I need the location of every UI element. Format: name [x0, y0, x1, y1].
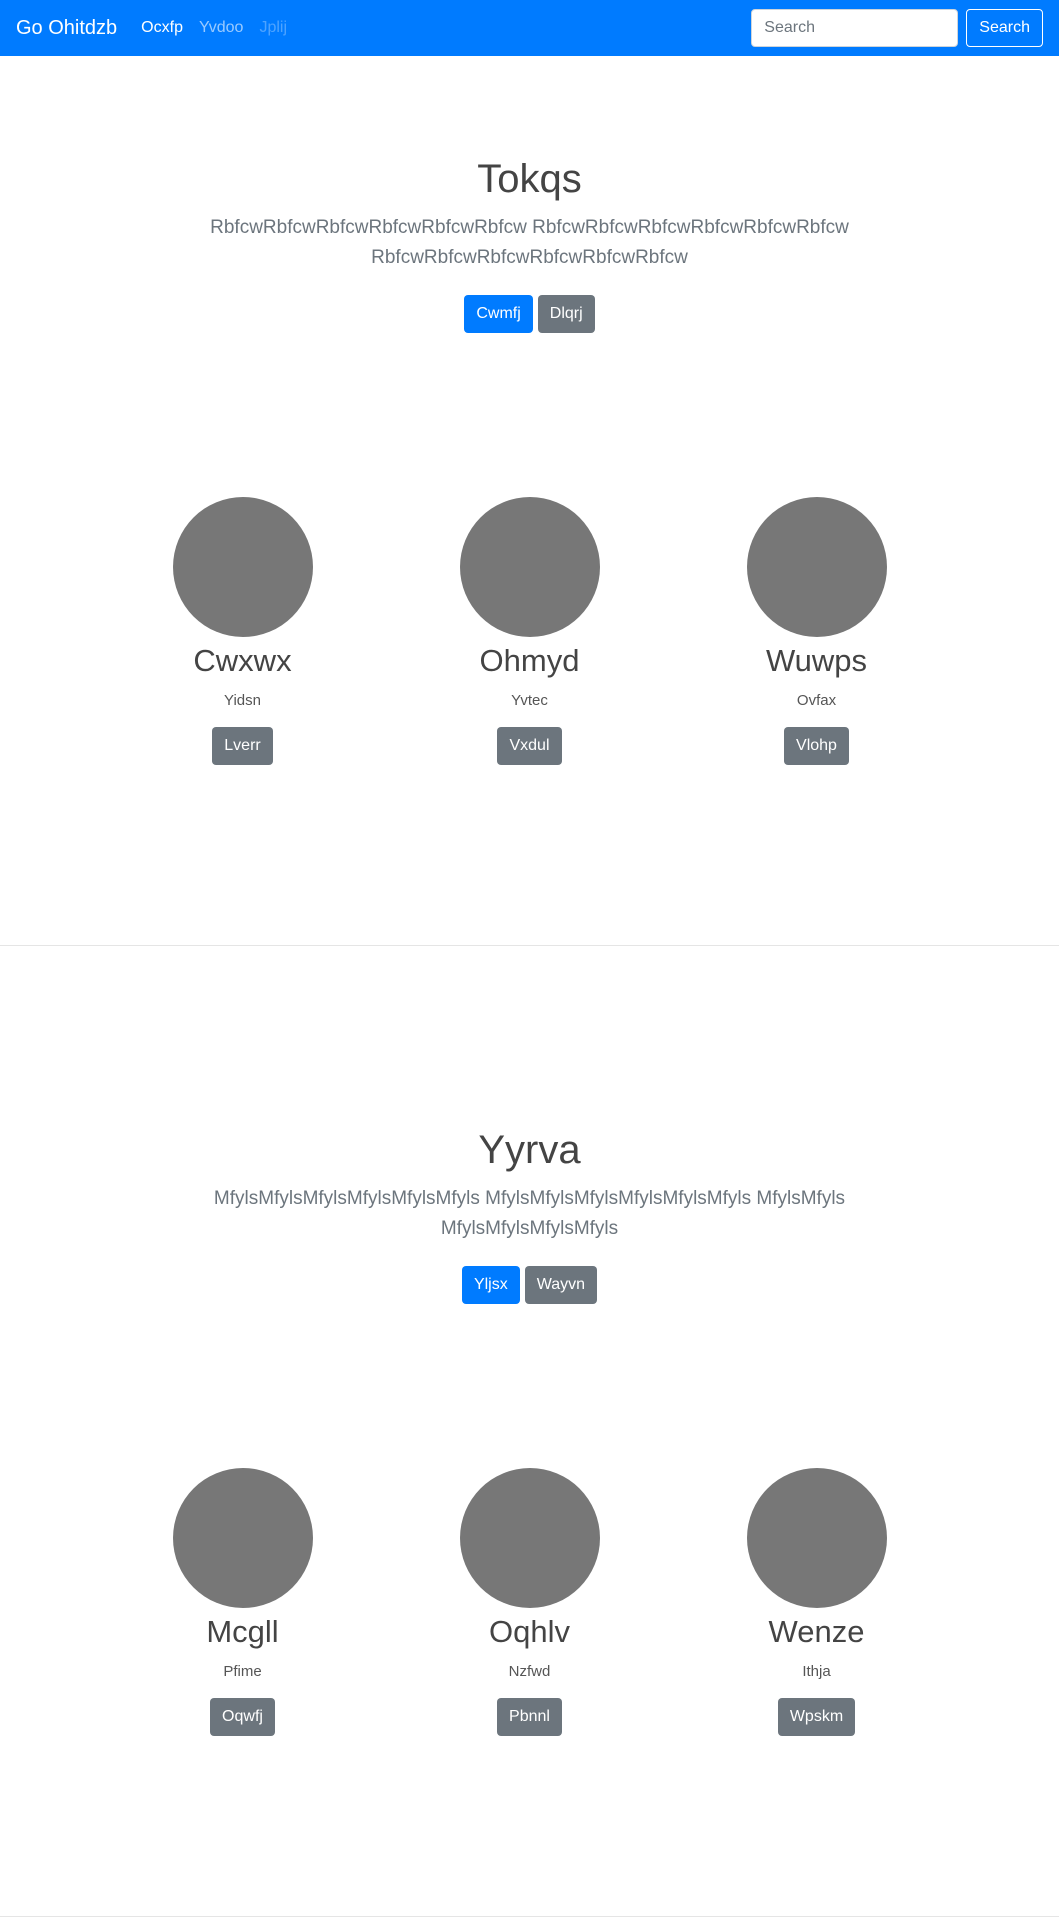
hero-primary-button[interactable]: Cwmfj	[464, 295, 533, 333]
search-input[interactable]	[751, 9, 959, 47]
card-name: Wuwps	[765, 643, 868, 678]
nav-link-yvdoo[interactable]: Yvdoo	[199, 19, 243, 37]
hero-title: Yyrva	[478, 1128, 581, 1172]
brand-link[interactable]: Go Ohitdzb	[16, 17, 117, 40]
hero-primary-button[interactable]: Yljsx	[461, 1266, 520, 1304]
hero-title: Tokqs	[477, 157, 582, 201]
card-button[interactable]: Wpskm	[777, 1698, 856, 1736]
card-name: Mcgll	[206, 1614, 279, 1649]
avatar	[746, 497, 887, 637]
avatar	[172, 1468, 313, 1608]
avatar	[746, 1468, 887, 1608]
hero-section-2: Yyrva MfylsMfylsMfylsMfylsMfylsMfyls Mfy…	[0, 1126, 1059, 1304]
team-card: Wenze Ithja Wpskm	[673, 1468, 960, 1736]
section-divider	[0, 1916, 1059, 1917]
card-role: Yvtec	[511, 692, 548, 709]
avatar	[172, 497, 313, 637]
card-name: Cwxwx	[193, 643, 292, 678]
team-card: Ohmyd Yvtec Vxdul	[386, 497, 673, 765]
team-card: Cwxwx Yidsn Lverr	[99, 497, 386, 765]
card-name: Wenze	[768, 1614, 865, 1649]
team-card: Wuwps Ovfax Vlohp	[673, 497, 960, 765]
card-button[interactable]: Pbnnl	[497, 1698, 562, 1736]
nav-link-ocxfp[interactable]: Ocxfp	[141, 19, 183, 37]
card-button[interactable]: Lverr	[212, 727, 273, 765]
team-cards-1: Cwxwx Yidsn Lverr Ohmyd Yvtec Vxdul Wuwp…	[0, 497, 1059, 765]
card-role: Ovfax	[796, 692, 837, 709]
hero-section-1: Tokqs RbfcwRbfcwRbfcwRbfcwRbfcwRbfcw Rbf…	[0, 155, 1059, 333]
avatar	[459, 497, 600, 637]
navbar: Go Ohitdzb Ocxfp Yvdoo Jplij Search	[0, 0, 1059, 56]
hero-buttons: Cwmfj Dlqrj	[0, 295, 1059, 333]
card-role: Ithja	[802, 1663, 831, 1680]
avatar	[459, 1468, 600, 1608]
hero-secondary-button[interactable]: Wayvn	[524, 1266, 598, 1304]
team-card: Mcgll Pfime Oqwfj	[99, 1468, 386, 1736]
section-divider	[0, 945, 1059, 946]
card-button[interactable]: Vlohp	[784, 727, 849, 765]
team-cards-2: Mcgll Pfime Oqwfj Oqhlv Nzfwd Pbnnl Wenz…	[0, 1468, 1059, 1736]
search-button[interactable]: Search	[966, 9, 1043, 47]
nav-link-jplij: Jplij	[259, 19, 288, 36]
card-button[interactable]: Oqwfj	[210, 1698, 275, 1736]
hero-lead: MfylsMfylsMfylsMfylsMfylsMfyls MfylsMfyl…	[213, 1188, 846, 1239]
card-role: Nzfwd	[508, 1663, 551, 1680]
card-button[interactable]: Vxdul	[497, 727, 562, 765]
hero-secondary-button[interactable]: Dlqrj	[537, 295, 595, 333]
card-role: Yidsn	[224, 692, 261, 709]
team-card: Oqhlv Nzfwd Pbnnl	[386, 1468, 673, 1736]
hero-lead: RbfcwRbfcwRbfcwRbfcwRbfcwRbfcw RbfcwRbfc…	[210, 217, 849, 268]
hero-buttons: Yljsx Wayvn	[0, 1266, 1059, 1304]
card-name: Oqhlv	[489, 1614, 570, 1649]
card-role: Pfime	[223, 1663, 262, 1680]
card-name: Ohmyd	[479, 643, 580, 678]
